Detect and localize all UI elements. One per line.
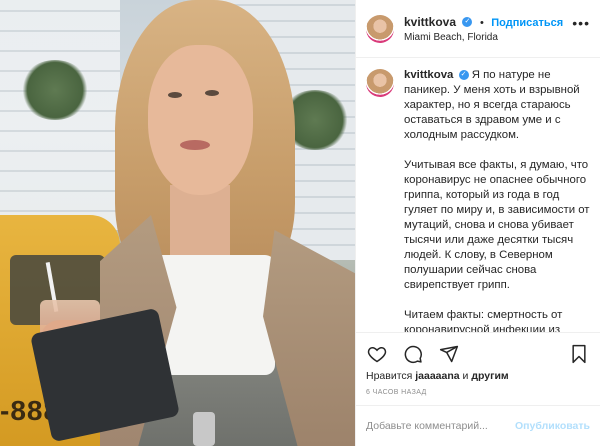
- neck: [170, 185, 230, 255]
- follow-button[interactable]: Подписаться: [491, 17, 563, 29]
- comment-input[interactable]: [366, 420, 516, 432]
- face: [148, 45, 253, 195]
- publish-button[interactable]: Опубликовать: [515, 420, 590, 432]
- caption-paragraph-3: Читаем факты: смертность от коронавирусн…: [404, 309, 563, 332]
- verified-badge-icon: ✓: [458, 69, 469, 80]
- post-header: kvittkova ✓ • Подписаться Miami Beach, F…: [356, 0, 600, 58]
- eye: [168, 92, 182, 98]
- post-sidebar: kvittkova ✓ • Подписаться Miami Beach, F…: [355, 0, 600, 446]
- more-options-icon[interactable]: •••: [572, 15, 590, 31]
- caption-paragraph: kvittkova ✓ Я по натуре не паникер. У ме…: [404, 68, 590, 143]
- comments-section[interactable]: kvittkova ✓ Я по натуре не паникер. У ме…: [356, 58, 600, 332]
- author-avatar[interactable]: [366, 14, 394, 43]
- likes-prefix: Нравится: [366, 370, 416, 382]
- heart-icon[interactable]: [366, 343, 388, 365]
- share-icon[interactable]: [438, 343, 460, 365]
- palm-tree: [20, 60, 90, 120]
- post-timestamp[interactable]: 6 ЧАСОВ НАЗАД: [366, 389, 427, 396]
- caption: kvittkova ✓ Я по натуре не паникер. У ме…: [366, 68, 590, 332]
- caption-avatar[interactable]: [366, 69, 394, 97]
- post-photo[interactable]: -888: [0, 0, 355, 446]
- likes-summary: Нравится jaaaaana и другим: [366, 370, 509, 382]
- caption-paragraph-2: Учитывая все факты, я думаю, что коронав…: [404, 159, 590, 291]
- separator-dot: •: [479, 17, 484, 30]
- lips: [180, 140, 210, 150]
- location-link[interactable]: Miami Beach, Florida: [404, 32, 563, 45]
- bookmark-icon[interactable]: [568, 343, 590, 365]
- action-bar: [356, 332, 600, 374]
- verified-badge-icon: ✓: [462, 17, 473, 28]
- author-info: kvittkova ✓ • Подписаться Miami Beach, F…: [404, 12, 563, 45]
- wrist-watch: [193, 412, 215, 446]
- likes-middle: и: [459, 370, 472, 382]
- caption-text: kvittkova ✓ Я по натуре не паникер. У ме…: [404, 68, 590, 332]
- author-username[interactable]: kvittkova: [404, 15, 456, 29]
- caption-username[interactable]: kvittkova: [404, 69, 453, 81]
- likes-others-link[interactable]: другим: [471, 370, 508, 382]
- liker-username[interactable]: jaaaaana: [415, 370, 459, 382]
- comment-icon[interactable]: [402, 343, 424, 365]
- eye: [205, 90, 219, 96]
- add-comment-bar: Опубликовать: [356, 405, 600, 446]
